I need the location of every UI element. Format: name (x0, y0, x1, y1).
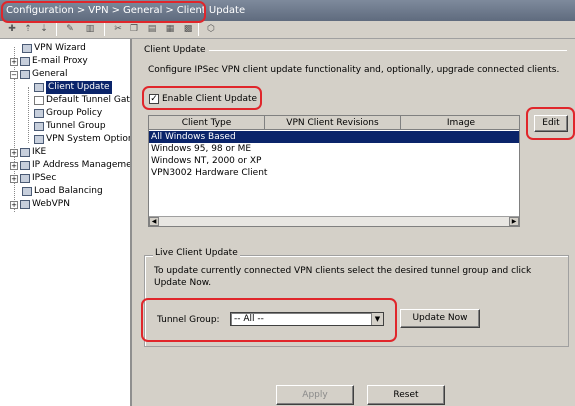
tree-item-tunnel-group[interactable]: Tunnel Group (34, 120, 106, 133)
paste-after-icon[interactable]: ▦ (164, 23, 176, 36)
expand-icon[interactable]: + (10, 174, 18, 183)
live-update-description: To update currently connected VPN client… (154, 266, 532, 288)
expand-icon[interactable]: + (10, 57, 18, 66)
move-down-icon[interactable]: ⇣ (38, 23, 50, 36)
tree-item-ipsec[interactable]: + IPSec (10, 172, 56, 185)
toolbar-separator (104, 23, 105, 36)
navigation-tree: VPN Wizard + E-mail Proxy − General Client… (0, 39, 132, 406)
arrow-icon (34, 96, 44, 105)
tree-item-ike[interactable]: + IKE (10, 146, 46, 159)
enable-client-update-checkbox[interactable]: ✓ (149, 94, 159, 104)
page-icon (34, 83, 44, 92)
chevron-down-icon[interactable]: ▼ (371, 313, 383, 325)
apply-button[interactable]: Apply (276, 385, 354, 405)
collapse-icon[interactable]: − (10, 70, 18, 79)
ipsec-icon (20, 174, 30, 183)
column-header[interactable]: Client Type (149, 116, 265, 130)
folder-icon (20, 57, 30, 66)
section-title: Client Update (144, 45, 206, 55)
address-icon (20, 161, 30, 170)
reset-button[interactable]: Reset (367, 385, 445, 405)
client-type-table[interactable]: Client Type VPN Client Revisions Image A… (148, 115, 520, 227)
copy-icon[interactable]: ❐ (128, 23, 140, 36)
tree-item-webvpn[interactable]: + WebVPN (10, 198, 70, 211)
scroll-right-icon[interactable]: ▶ (509, 217, 519, 226)
table-row[interactable]: VPN3002 Hardware Client (149, 167, 519, 179)
group-icon (34, 109, 44, 118)
tunnel-group-label: Tunnel Group: (157, 315, 220, 325)
toolbar-separator (56, 23, 57, 36)
paste-icon[interactable]: ▤ (146, 23, 158, 36)
toolbar-separator (198, 23, 199, 36)
table-row[interactable]: Windows 95, 98 or ME (149, 143, 519, 155)
tree-item-vpn-wizard[interactable]: VPN Wizard (22, 42, 86, 55)
cut-icon[interactable]: ✂ (112, 23, 124, 36)
edit-button[interactable]: Edit (534, 115, 568, 132)
live-client-update-title: Live Client Update (153, 248, 240, 258)
toolbar: ✚ ⇡ ⇣ ✎ ▥ ✂ ❐ ▤ ▦ ▩ ⬡ (0, 21, 575, 39)
table-header: Client Type VPN Client Revisions Image (149, 116, 519, 130)
scroll-left-icon[interactable]: ◀ (149, 217, 159, 226)
delete-icon[interactable]: ▥ (84, 23, 96, 36)
tree-item-email-proxy[interactable]: + E-mail Proxy (10, 55, 88, 68)
column-header[interactable]: VPN Client Revisions (265, 116, 401, 130)
breadcrumb-item: Configuration (6, 5, 74, 16)
edit-icon[interactable]: ✎ (64, 23, 76, 36)
breadcrumb-item: VPN (88, 5, 109, 16)
section-description: Configure IPSec VPN client update functi… (148, 65, 560, 75)
update-now-button[interactable]: Update Now (400, 309, 480, 328)
tunnel-icon (34, 122, 44, 131)
ike-icon (20, 148, 30, 157)
column-header[interactable]: Image (401, 116, 519, 130)
horizontal-scrollbar[interactable]: ◀ ▶ (149, 216, 519, 226)
tree-item-default-tunnel-gateway[interactable]: Default Tunnel Gate (34, 94, 130, 107)
move-up-icon[interactable]: ⇡ (22, 23, 34, 36)
breadcrumb: Configuration > VPN > General > Client Update (0, 0, 575, 21)
tunnel-group-select[interactable]: -- All -- ▼ (230, 312, 384, 326)
tree-item-ip-address-management[interactable]: + IP Address Manageme (10, 159, 130, 172)
expand-icon[interactable]: + (10, 161, 18, 170)
replace-icon[interactable]: ▩ (182, 23, 194, 36)
breadcrumb-item: General (122, 5, 163, 16)
tree-item-general[interactable]: − General (10, 68, 67, 81)
client-update-panel: Client Update Configure IPSec VPN client… (134, 39, 575, 406)
breadcrumb-item: Client Update (176, 5, 246, 16)
wizard-icon (22, 44, 32, 53)
divider (209, 50, 567, 51)
folder-icon (20, 70, 30, 79)
tree-item-group-policy[interactable]: Group Policy (34, 107, 102, 120)
expand-icon[interactable]: + (10, 148, 18, 157)
table-row[interactable]: All Windows Based (149, 131, 519, 143)
balance-icon (22, 187, 32, 196)
expand-icon[interactable]: + (10, 200, 18, 209)
enable-client-update-label: Enable Client Update (162, 94, 258, 104)
find-icon[interactable]: ⬡ (205, 23, 217, 36)
tree-connector (28, 87, 29, 143)
webvpn-icon (20, 200, 30, 209)
add-icon[interactable]: ✚ (6, 23, 18, 36)
tree-item-client-update[interactable]: Client Update (34, 81, 112, 94)
tree-item-load-balancing[interactable]: Load Balancing (22, 185, 103, 198)
table-row[interactable]: Windows NT, 2000 or XP (149, 155, 519, 167)
system-icon (34, 135, 44, 144)
tree-item-vpn-system-options[interactable]: VPN System Option (34, 133, 130, 146)
